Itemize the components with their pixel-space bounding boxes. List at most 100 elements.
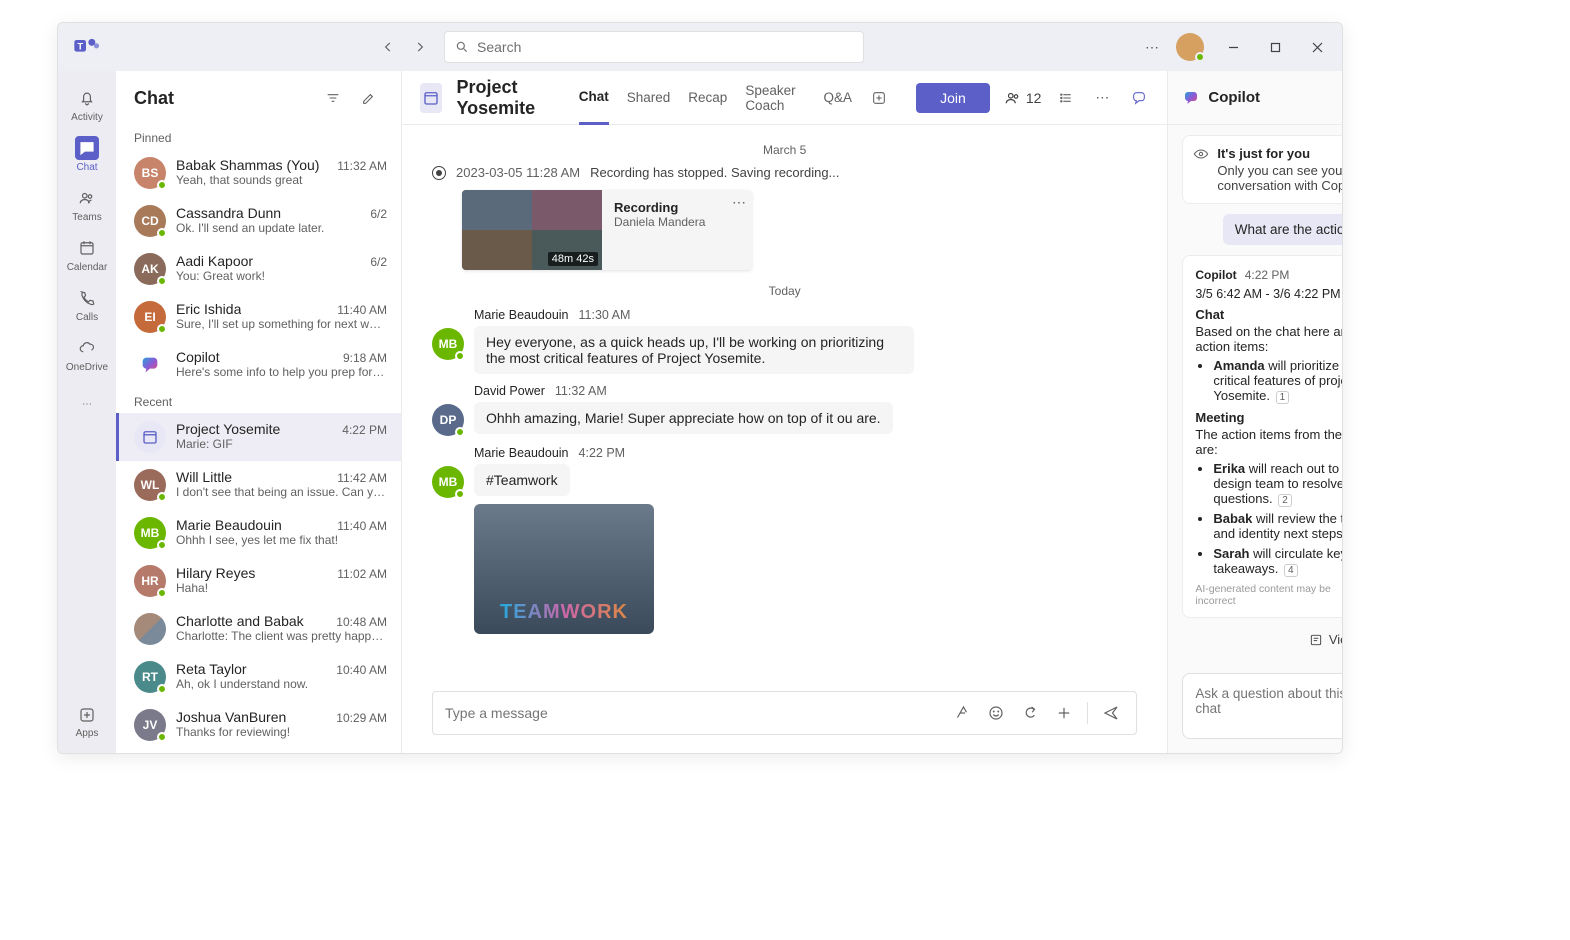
rail-chat[interactable]: Chat [58,129,116,179]
search-icon [455,40,469,54]
avatar [134,613,166,645]
message: MBMarie Beaudouin11:30 AMHey everyone, a… [432,308,1137,374]
rail-label: Calendar [67,262,108,273]
tab-qa[interactable]: Q&A [824,71,853,124]
cloud-icon [75,336,99,360]
avatar: WL [134,469,166,501]
search-placeholder: Search [477,39,521,55]
action-item: Babak will review the telemetry and iden… [1213,511,1342,542]
chat-list-item[interactable]: Charlotte and Babak10:48 AMCharlotte: Th… [116,605,401,653]
search-input[interactable]: Search [444,31,864,63]
view-prompts[interactable]: View prompts [1309,628,1342,651]
avatar: MB [134,517,166,549]
bell-icon [75,86,99,110]
user-question: What are the action items? [1223,214,1342,245]
rail-teams[interactable]: Teams [58,179,116,229]
user-avatar[interactable] [1176,33,1204,61]
message: MBMarie Beaudouin4:22 PM#TeamworkTEAMWOR… [432,446,1137,634]
minimize-button[interactable] [1212,23,1254,71]
reference-badge[interactable]: 4 [1284,564,1298,577]
avatar: JV [134,709,166,741]
new-chat-button[interactable] [355,84,383,112]
rail-label: Teams [72,212,101,223]
rail-more[interactable]: ⋯ [58,379,116,429]
rail-onedrive[interactable]: OneDrive [58,329,116,379]
today-separator: Today [432,284,1137,298]
compose-input[interactable] [443,704,943,722]
tab-shared[interactable]: Shared [627,71,671,124]
rail-label: Chat [76,162,97,173]
rail-apps[interactable]: Apps [76,706,99,739]
chat-list-item[interactable]: JVJoshua VanBuren10:29 AMThanks for revi… [116,701,401,749]
copilot-toggle[interactable] [1128,84,1149,112]
avatar [134,349,166,381]
chatlist-title: Chat [134,88,311,109]
rail-activity[interactable]: Activity [58,79,116,129]
maximize-button[interactable] [1254,23,1296,71]
action-item: Sarah will circulate key takeaways. 4 [1213,546,1342,577]
filter-button[interactable] [319,84,347,112]
rail-calls[interactable]: Calls [58,279,116,329]
chat-title: Project Yosemite [456,77,564,119]
chat-list-item[interactable]: EIEric Ishida11:40 AMSure, I'll set up s… [116,293,401,341]
chat-list-item[interactable]: CDCassandra Dunn6/2Ok. I'll send an upda… [116,197,401,245]
format-button[interactable] [947,698,977,728]
chat-list-item[interactable]: BSBabak Shammas (You)11:32 AMYeah, that … [116,149,401,197]
chat-list-item[interactable]: Project Yosemite4:22 PMMarie: GIF [116,413,401,461]
recording-card[interactable]: 48m 42s Recording Daniela Mandera ⋯ [462,190,752,270]
forward-button[interactable] [404,31,436,63]
list-view-button[interactable] [1055,84,1076,112]
calendar-icon [75,236,99,260]
people-icon [1004,89,1022,107]
action-item: Amanda will prioritize the most critical… [1213,358,1342,404]
join-button[interactable]: Join [916,83,990,113]
avatar: DP [432,404,464,436]
chat-list-item[interactable]: HRHilary Reyes11:02 AMHaha! [116,557,401,605]
chat-icon [75,136,99,160]
apps-icon [78,706,96,724]
more-titlebar-button[interactable]: ⋯ [1136,31,1168,63]
calendar-event-icon [420,83,442,113]
avatar: HR [134,565,166,597]
svg-text:T: T [77,41,83,51]
tab-recap[interactable]: Recap [688,71,727,124]
message-bubble: Ohhh amazing, Marie! Super appreciate ho… [474,402,893,434]
rail-calendar[interactable]: Calendar [58,229,116,279]
eye-icon [1193,146,1209,162]
teams-logo-icon: T [72,33,100,61]
chat-list-item[interactable]: MBMarie Beaudouin11:40 AMOhhh I see, yes… [116,509,401,557]
copilot-input[interactable] [1193,684,1342,728]
reference-badge[interactable]: 2 [1278,494,1292,507]
rail-label: Apps [76,728,99,739]
action-item: Erika will reach out to the design team … [1213,461,1342,507]
avatar: BS [134,157,166,189]
back-button[interactable] [372,31,404,63]
more-icon: ⋯ [75,392,99,416]
chat-list-item[interactable]: DFDaichi Fukuda10:20 AMYou: Thank you!! [116,749,401,753]
chat-list-item[interactable]: AKAadi Kapoor6/2You: Great work! [116,245,401,293]
attach-button[interactable] [1049,698,1079,728]
chat-more-button[interactable]: ⋯ [1090,82,1114,114]
rail-label: Activity [71,112,103,123]
avatar: MB [432,466,464,498]
avatar: EI [134,301,166,333]
emoji-button[interactable] [981,698,1011,728]
reference-badge[interactable]: 1 [1276,391,1290,404]
chat-list-item[interactable]: WLWill Little11:42 AMI don't see that be… [116,461,401,509]
send-button[interactable] [1096,698,1126,728]
add-tab-button[interactable] [870,84,888,112]
people-count[interactable]: 12 [1004,89,1042,107]
prompt-icon [1309,633,1323,647]
avatar: MB [432,328,464,360]
tab-speaker-coach[interactable]: Speaker Coach [745,71,805,124]
recording-more[interactable]: ⋯ [732,194,746,211]
date-separator: March 5 [432,143,1137,157]
chat-list-item[interactable]: RTReta Taylor10:40 AMAh, ok I understand… [116,653,401,701]
gif-attachment[interactable]: TEAMWORK [474,504,654,634]
recent-label: Recent [116,389,401,413]
close-button[interactable] [1296,23,1338,71]
chat-list-item[interactable]: Copilot9:18 AMHere's some info to help y… [116,341,401,389]
loop-button[interactable] [1015,698,1045,728]
tab-chat[interactable]: Chat [579,72,609,125]
message: DPDavid Power11:32 AMOhhh amazing, Marie… [432,384,1137,436]
